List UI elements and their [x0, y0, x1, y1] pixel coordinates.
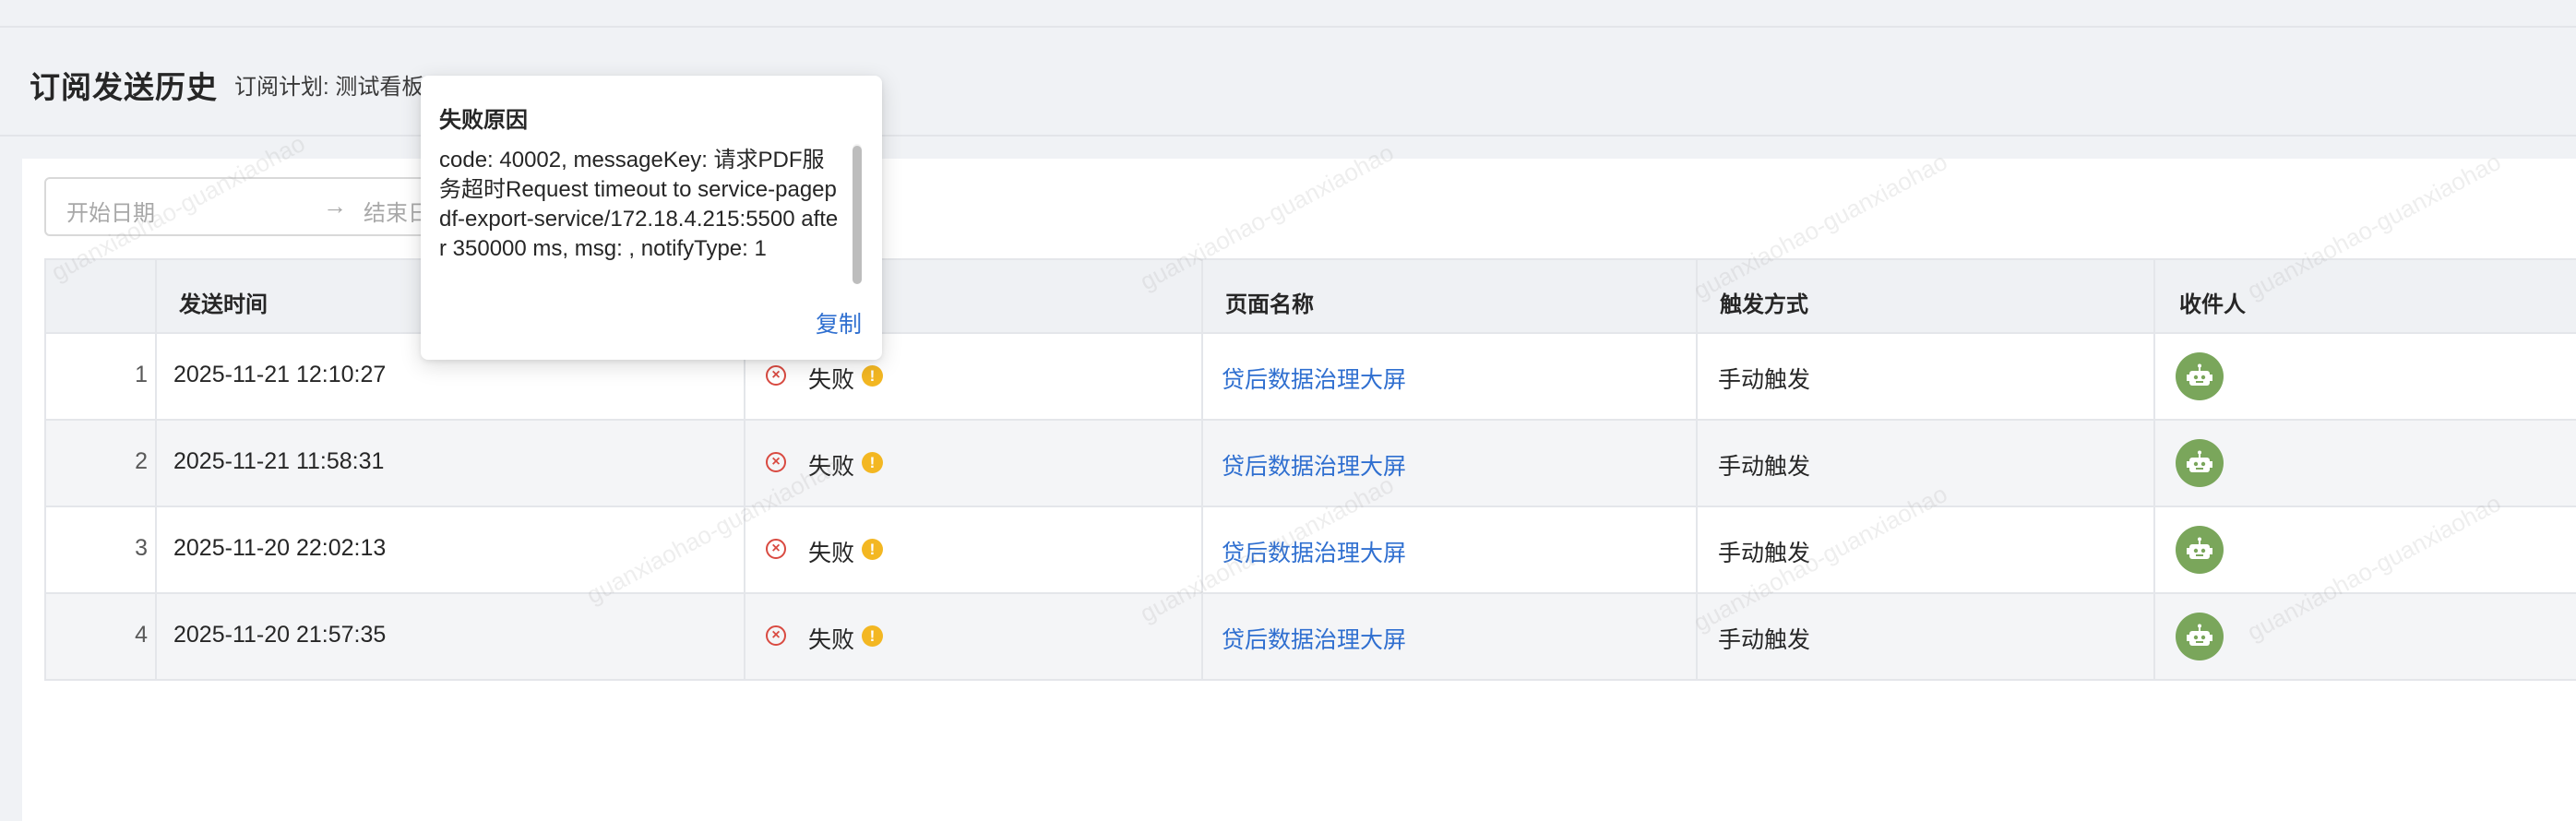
- trigger-type: 手动触发: [1718, 454, 1811, 480]
- page-name-link[interactable]: 贷后数据治理大屏: [1222, 535, 1406, 568]
- column-trigger-type[interactable]: 触发方式: [1720, 286, 1808, 318]
- page-name-link[interactable]: 贷后数据治理大屏: [1222, 362, 1406, 395]
- column-page-name[interactable]: 页面名称: [1225, 286, 1314, 318]
- status-text: 失败: [808, 454, 855, 480]
- failure-reason-popover: 失败原因 code: 40002, messageKey: 请求PDF服务超时R…: [421, 76, 882, 360]
- row-index: 2: [135, 448, 148, 474]
- warning-icon[interactable]: !: [862, 365, 883, 387]
- robot-avatar-icon[interactable]: [2176, 526, 2224, 574]
- arrow-right-icon: →: [323, 192, 347, 220]
- trigger-type: 手动触发: [1718, 627, 1811, 653]
- column-divider: [1696, 258, 1698, 681]
- warning-icon[interactable]: !: [862, 452, 883, 473]
- scrollbar-thumb[interactable]: [853, 146, 862, 284]
- fail-icon: ×: [766, 539, 786, 559]
- status-text: 失败: [808, 367, 855, 393]
- column-send-time[interactable]: 发送时间: [179, 286, 268, 318]
- fail-icon: ×: [766, 625, 786, 646]
- table-row: 2 2025-11-21 11:58:31 × 失败 ! 贷后数据治理大屏 手动…: [44, 421, 2576, 507]
- column-divider: [2153, 258, 2155, 681]
- column-recipients[interactable]: 收件人: [2179, 286, 2246, 318]
- popover-title: 失败原因: [439, 108, 528, 133]
- status-text: 失败: [808, 627, 855, 653]
- send-time: 2025-11-21 11:58:31: [173, 448, 385, 474]
- page-title: 订阅发送历史: [30, 70, 218, 104]
- robot-avatar-icon[interactable]: [2176, 613, 2224, 660]
- failure-message: code: 40002, messageKey: 请求PDF服务超时Reques…: [439, 148, 839, 261]
- column-divider: [155, 258, 157, 681]
- popover-scrollbar[interactable]: [853, 144, 862, 284]
- warning-icon[interactable]: !: [862, 539, 883, 560]
- trigger-type: 手动触发: [1718, 367, 1811, 393]
- page-name-link[interactable]: 贷后数据治理大屏: [1222, 622, 1406, 655]
- subscription-plan-label: 订阅计划: 测试看板: [234, 75, 424, 100]
- top-strip: [0, 0, 2576, 28]
- robot-avatar-icon[interactable]: [2176, 352, 2224, 400]
- row-index: 1: [135, 362, 148, 387]
- warning-icon[interactable]: !: [862, 625, 883, 647]
- table-row: 3 2025-11-20 22:02:13 × 失败 ! 贷后数据治理大屏 手动…: [44, 507, 2576, 594]
- send-time: 2025-11-20 21:57:35: [173, 622, 387, 648]
- fail-icon: ×: [766, 452, 786, 472]
- copy-button[interactable]: 复制: [816, 306, 862, 339]
- send-time: 2025-11-20 22:02:13: [173, 535, 387, 561]
- robot-avatar-icon[interactable]: [2176, 439, 2224, 487]
- table-row: 4 2025-11-20 21:57:35 × 失败 ! 贷后数据治理大屏 手动…: [44, 594, 2576, 681]
- date-range-picker[interactable]: 开始日期 → 结束日: [44, 177, 450, 236]
- trigger-type: 手动触发: [1718, 541, 1811, 566]
- status-text: 失败: [808, 541, 855, 566]
- row-index: 4: [135, 622, 148, 648]
- column-divider: [1201, 258, 1203, 681]
- page-name-link[interactable]: 贷后数据治理大屏: [1222, 448, 1406, 482]
- start-date-input[interactable]: 开始日期: [66, 195, 155, 227]
- row-index: 3: [135, 535, 148, 561]
- fail-icon: ×: [766, 365, 786, 386]
- send-time: 2025-11-21 12:10:27: [173, 362, 387, 387]
